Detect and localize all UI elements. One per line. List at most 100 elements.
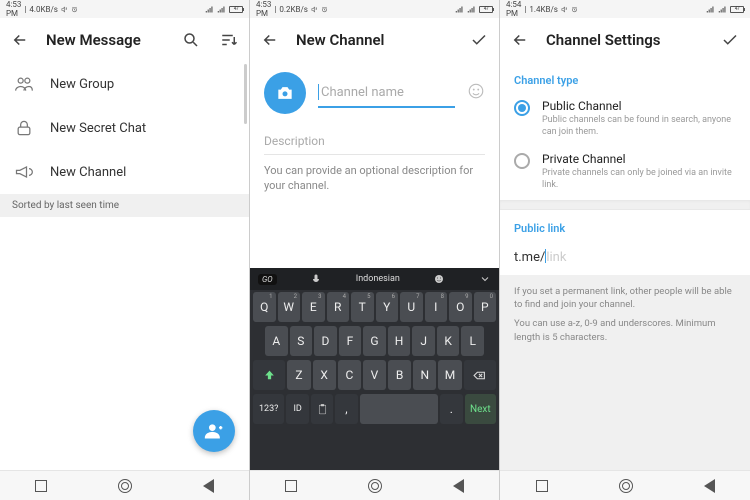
radio-public-channel[interactable]: Public Channel Public channels can be fo… — [500, 93, 750, 146]
nav-bar — [0, 470, 249, 500]
description-hint: You can provide an optional description … — [264, 163, 485, 194]
battery-icon: 47 — [479, 6, 493, 13]
no-sound-icon — [561, 6, 568, 13]
app-bar: New Message — [0, 18, 249, 62]
menu-label: New Channel — [50, 165, 126, 180]
key-j[interactable]: J — [412, 326, 435, 356]
channel-photo-button[interactable] — [264, 72, 306, 114]
key-space[interactable] — [360, 394, 439, 424]
key-s[interactable]: S — [290, 326, 313, 356]
key-f[interactable]: F — [339, 326, 362, 356]
channel-type-header: Channel type — [500, 62, 750, 93]
battery-icon: 47 — [229, 6, 243, 13]
key-g[interactable]: G — [363, 326, 386, 356]
nav-recents[interactable] — [285, 480, 297, 492]
key-y[interactable]: 6Y — [376, 292, 399, 322]
search-button[interactable] — [179, 28, 203, 52]
key-l[interactable]: L — [461, 326, 484, 356]
back-button[interactable] — [8, 28, 32, 52]
keyboard-lang[interactable]: Indonesian — [356, 274, 400, 284]
nav-back[interactable] — [203, 479, 214, 493]
nav-home[interactable] — [118, 479, 132, 493]
signal-icon — [205, 5, 214, 14]
key-clipboard[interactable] — [311, 394, 333, 424]
status-net: 1.4KB/s — [529, 5, 558, 14]
channel-name-field[interactable] — [321, 85, 455, 100]
nav-back[interactable] — [704, 479, 715, 493]
menu-new-channel[interactable]: New Channel — [0, 150, 249, 194]
info-block: If you set a permanent link, other peopl… — [500, 275, 750, 354]
back-button[interactable] — [258, 28, 282, 52]
key-c[interactable]: C — [338, 360, 361, 390]
nav-home[interactable] — [368, 479, 382, 493]
app-bar: New Channel — [250, 18, 499, 62]
key-k[interactable]: K — [437, 326, 460, 356]
confirm-button[interactable] — [718, 28, 742, 52]
battery-icon: 47 — [730, 6, 744, 13]
radio-private-channel[interactable]: Private Channel Private channels can onl… — [500, 146, 750, 199]
camera-icon — [275, 83, 295, 103]
description-input[interactable]: Description — [264, 134, 485, 155]
menu-new-group[interactable]: New Group — [0, 62, 249, 106]
status-net: 4.0KB/s — [29, 5, 58, 14]
key-period[interactable]: . — [440, 394, 462, 424]
signal-icon — [706, 5, 715, 14]
emoji-button[interactable] — [467, 82, 485, 104]
key-i[interactable]: 8I — [425, 292, 448, 322]
key-comma[interactable]: , — [335, 394, 357, 424]
key-o[interactable]: 9O — [449, 292, 472, 322]
key-a[interactable]: A — [265, 326, 288, 356]
nav-recents[interactable] — [536, 480, 548, 492]
alarm-icon — [571, 6, 578, 13]
fab-new-contact[interactable] — [193, 410, 235, 452]
key-lang[interactable]: ID — [286, 394, 308, 424]
key-w[interactable]: 2W — [278, 292, 301, 322]
key-next[interactable]: Next — [465, 394, 496, 424]
nav-bar — [500, 470, 750, 500]
keyboard-go-badge[interactable]: GO — [258, 274, 277, 285]
keyboard[interactable]: GO Indonesian 1Q2W3E4R5T6Y7U8I9O0P ASDFG… — [250, 268, 499, 470]
screen-new-message: 4:53 PM | 4.0KB/s 47 New Message — [0, 0, 250, 500]
nav-home[interactable] — [619, 479, 633, 493]
key-h[interactable]: H — [388, 326, 411, 356]
key-q[interactable]: 1Q — [253, 292, 276, 322]
key-symbols[interactable]: 123? — [253, 394, 284, 424]
sort-button[interactable] — [217, 28, 241, 52]
key-t[interactable]: 5T — [351, 292, 374, 322]
signal-icon-2 — [718, 5, 727, 14]
no-sound-icon — [311, 6, 318, 13]
mic-icon[interactable] — [310, 273, 322, 285]
alarm-icon — [321, 6, 328, 13]
status-bar: 4:53 PM | 4.0KB/s 47 — [0, 0, 249, 18]
channel-name-input[interactable] — [318, 78, 455, 108]
key-shift[interactable] — [253, 360, 285, 390]
key-r[interactable]: 4R — [327, 292, 350, 322]
public-link-input[interactable]: t.me/link — [500, 241, 750, 275]
radio-label: Public Channel — [542, 99, 736, 113]
nav-recents[interactable] — [35, 480, 47, 492]
key-e[interactable]: 3E — [302, 292, 325, 322]
key-n[interactable]: N — [413, 360, 436, 390]
status-bar: 4:53 PM | 0.2KB/s 47 — [250, 0, 499, 18]
scrollbar[interactable] — [244, 64, 247, 124]
menu-secret-chat[interactable]: New Secret Chat — [0, 106, 249, 150]
status-net: 0.2KB/s — [279, 5, 308, 14]
radio-desc: Private channels can only be joined via … — [542, 168, 736, 191]
key-u[interactable]: 7U — [400, 292, 423, 322]
key-v[interactable]: V — [363, 360, 386, 390]
page-title: Channel Settings — [546, 31, 661, 49]
emoji-key-icon[interactable] — [433, 273, 445, 285]
radio-on-icon — [514, 100, 530, 116]
key-x[interactable]: X — [313, 360, 336, 390]
back-button[interactable] — [508, 28, 532, 52]
nav-back[interactable] — [453, 479, 464, 493]
key-d[interactable]: D — [314, 326, 337, 356]
key-b[interactable]: B — [388, 360, 411, 390]
chevron-down-icon[interactable] — [479, 273, 491, 285]
key-m[interactable]: M — [438, 360, 461, 390]
key-p[interactable]: 0P — [474, 292, 497, 322]
screen-new-channel: 4:53 PM | 0.2KB/s 47 New Channel — [250, 0, 500, 500]
confirm-button[interactable] — [467, 28, 491, 52]
key-backspace[interactable] — [464, 360, 496, 390]
key-z[interactable]: Z — [287, 360, 310, 390]
